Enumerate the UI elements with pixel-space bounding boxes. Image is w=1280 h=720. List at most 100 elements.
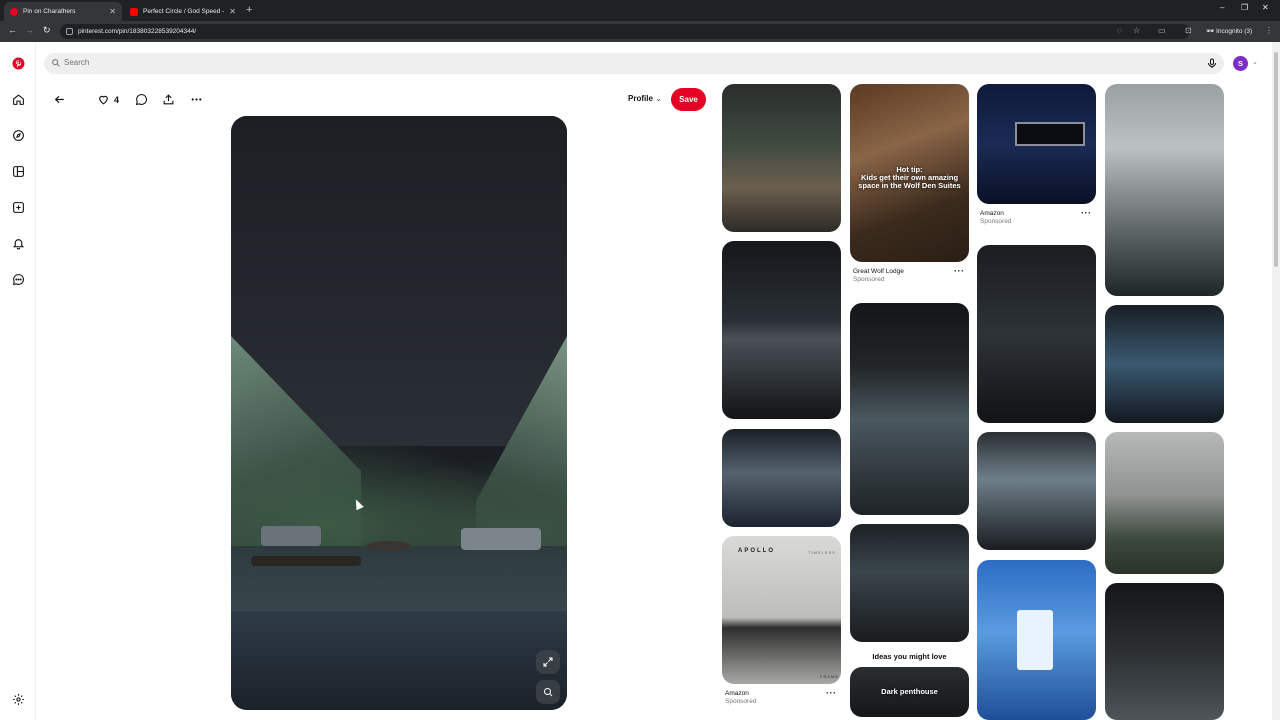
pin-main-image[interactable] — [231, 116, 567, 710]
back-arrow-button[interactable] — [53, 93, 66, 106]
advertiser-name: Great Wolf Lodge — [853, 268, 904, 275]
like-button[interactable]: 4 — [97, 93, 119, 106]
incognito-label: Incognito (3) — [1216, 28, 1253, 35]
boards-icon[interactable] — [11, 164, 25, 178]
more-options-button[interactable] — [190, 93, 203, 106]
pin-card[interactable] — [722, 84, 841, 232]
pin-card-amazon-top[interactable] — [977, 84, 1096, 204]
new-tab-icon[interactable]: + — [246, 4, 252, 16]
pin-card[interactable] — [1105, 305, 1224, 423]
search-icon — [52, 59, 60, 67]
microphone-icon[interactable] — [1206, 57, 1218, 70]
forward-icon[interactable]: → — [25, 25, 34, 35]
image-sofa-right — [461, 528, 541, 550]
pin-card-amazon-apollo[interactable]: APOLLO TIMELESS FRAME — [722, 536, 841, 684]
heart-icon — [99, 95, 108, 105]
ellipsis-icon — [191, 98, 202, 101]
settings-gear-icon[interactable] — [11, 692, 25, 706]
image-floor — [231, 611, 567, 710]
pin-card[interactable] — [850, 524, 969, 642]
account-chevron-down-icon[interactable]: ⌄ — [1252, 58, 1258, 66]
browser-tab-bar: Pin on Charathers ✕ Perfect Circle / God… — [0, 0, 1280, 21]
pin-caption-amazon[interactable]: Amazon Sponsored — [725, 690, 756, 706]
pin-card[interactable] — [1105, 84, 1224, 296]
explore-compass-icon[interactable] — [11, 128, 25, 142]
minimize-icon[interactable]: – — [1220, 3, 1224, 12]
pin-card[interactable] — [977, 432, 1096, 550]
image-coffee-table — [366, 541, 411, 551]
pin-overlay-text: Hot tip: Kids get their own amazing space… — [858, 165, 961, 190]
home-icon[interactable] — [11, 92, 25, 106]
close-window-icon[interactable]: ✕ — [1262, 3, 1269, 12]
idea-card-dark-penthouse[interactable]: Dark penthouse — [850, 667, 969, 717]
pin-card[interactable] — [1105, 583, 1224, 720]
restore-icon[interactable]: ❐ — [1241, 3, 1248, 12]
pin-card[interactable] — [977, 245, 1096, 423]
bookmark-star-icon[interactable]: ☆ — [1133, 26, 1140, 35]
pin-card[interactable] — [722, 241, 841, 419]
visual-search-icon — [544, 688, 553, 697]
profile-label: Profile — [628, 94, 653, 103]
pinterest-logo-icon[interactable] — [11, 56, 25, 70]
url-text: pinterest.com/pin/183803228539204344/ — [78, 28, 197, 35]
incognito-indicator[interactable]: 🕶 Incognito (3) — [1206, 24, 1252, 39]
pin-more-options-icon[interactable]: ··· — [826, 688, 837, 698]
close-tab-icon[interactable]: ✕ — [229, 7, 236, 16]
user-avatar[interactable]: S — [1233, 56, 1248, 71]
save-button[interactable]: Save — [671, 88, 706, 111]
pinterest-favicon-icon — [10, 7, 18, 16]
extensions-icon[interactable]: ⊡ — [1185, 26, 1192, 35]
advertiser-name: Amazon — [980, 210, 1004, 217]
advertiser-name: Amazon — [725, 690, 749, 697]
expand-arrows-icon — [543, 657, 553, 667]
pin-card[interactable] — [722, 429, 841, 527]
comment-button[interactable] — [135, 93, 148, 106]
image-sofa-left — [261, 526, 321, 546]
eye-off-icon[interactable]: ◌ — [1117, 26, 1122, 35]
image-bench — [251, 556, 361, 566]
reload-icon[interactable]: ↻ — [43, 25, 51, 36]
notifications-bell-icon[interactable] — [11, 236, 25, 250]
tab-title: Perfect Circle / God Speed - Yo — [143, 8, 226, 15]
tab-pin-on-charathers[interactable]: Pin on Charathers ✕ — [4, 2, 122, 21]
pinterest-sidebar — [0, 42, 36, 720]
tab-title: Pin on Charathers — [23, 8, 76, 15]
pin-caption-great-wolf[interactable]: Great Wolf Lodge Sponsored — [853, 268, 904, 284]
search-bar[interactable]: Search — [44, 53, 1224, 74]
sponsored-label: Sponsored — [853, 276, 885, 283]
idea-label: Dark penthouse — [881, 687, 938, 696]
apollo-corner-text: FRAME — [820, 674, 839, 679]
screen: Pin on Charathers ✕ Perfect Circle / God… — [0, 0, 1280, 720]
pin-card[interactable] — [977, 560, 1096, 720]
pin-card[interactable] — [1105, 432, 1224, 574]
cast-icon[interactable]: ▭ — [1158, 26, 1166, 35]
expand-button[interactable] — [536, 650, 560, 674]
apollo-brand-text: APOLLO — [738, 548, 775, 554]
visual-search-button[interactable] — [536, 680, 560, 704]
chevron-down-icon: ⌄ — [655, 94, 662, 103]
close-tab-icon[interactable]: ✕ — [109, 7, 116, 16]
url-field[interactable]: pinterest.com/pin/183803228539204344/ — [60, 24, 1190, 39]
ideas-you-might-love-heading: Ideas you might love — [872, 652, 947, 661]
sponsored-label: Sponsored — [725, 698, 757, 705]
page-scrollbar-thumb[interactable] — [1274, 52, 1278, 267]
pin-card[interactable] — [850, 303, 969, 515]
apollo-subtext: TIMELESS — [808, 550, 836, 555]
pin-more-options-icon[interactable]: ··· — [954, 266, 965, 276]
pin-more-options-icon[interactable]: ··· — [1081, 208, 1092, 218]
youtube-favicon-icon — [130, 7, 138, 16]
pin-caption-amazon-top[interactable]: Amazon Sponsored — [980, 210, 1011, 226]
profile-dropdown[interactable]: Profile ⌄ — [628, 94, 662, 103]
back-icon[interactable]: ← — [8, 25, 17, 35]
share-upload-icon — [163, 94, 174, 105]
comment-bubble-icon — [135, 94, 147, 106]
create-plus-icon[interactable] — [11, 200, 25, 214]
messages-icon[interactable] — [11, 272, 25, 286]
pin-card-great-wolf[interactable]: Hot tip: Kids get their own amazing space… — [850, 84, 969, 262]
tab-perfect-circle[interactable]: Perfect Circle / God Speed - Yo ✕ — [124, 2, 242, 21]
back-arrow-icon — [54, 95, 64, 104]
share-button[interactable] — [162, 93, 175, 106]
like-count: 4 — [114, 94, 120, 105]
site-info-icon[interactable] — [66, 28, 73, 35]
browser-menu-icon[interactable]: ⋮ — [1265, 26, 1273, 35]
